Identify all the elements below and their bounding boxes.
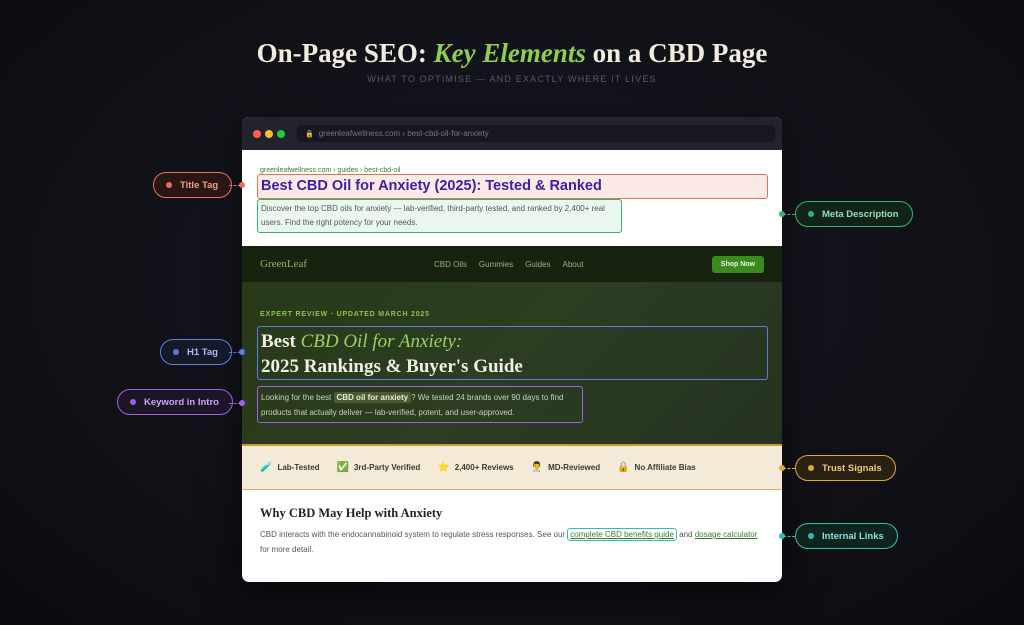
trust-label: 2,400+ Reviews	[454, 463, 514, 472]
site-page: GreenLeaf CBD Oils Gummies Guides About …	[242, 246, 782, 574]
star-icon: ⭐	[437, 462, 450, 473]
h1-tag-label: H1 Tag	[160, 339, 232, 365]
h1-tag-anchor	[239, 349, 245, 355]
trust-item: 👨‍⚕️ MD-Reviewed	[531, 462, 600, 473]
trust-bar: 🧪 Lab-Tested ✅ 3rd-Party Verified ⭐ 2,400+ …	[242, 446, 782, 490]
h1-heading: Best CBD Oil for Anxiety: 2025 Rankings …	[257, 326, 768, 380]
content-text-before: CBD interacts with the endocannabinoid s…	[260, 530, 568, 539]
keyword-intro-label: Keyword in Intro	[117, 389, 233, 415]
serp-description: Discover the top CBD oils for anxiety — …	[257, 199, 622, 233]
nav-link-guides[interactable]: Guides	[525, 260, 550, 269]
internal-links-text: Internal Links	[822, 530, 884, 542]
trust-label: Lab-Tested	[277, 463, 320, 472]
keyword-intro-anchor	[239, 400, 245, 406]
close-dot-icon	[253, 129, 261, 138]
h1-part1: Best	[261, 331, 301, 352]
internal-links-connector	[783, 536, 795, 537]
content-heading: Why CBD May Help with Anxiety	[260, 506, 443, 520]
trust-item: 🔒 No Affiliate Bias	[617, 462, 696, 473]
minimize-dot-icon	[265, 129, 273, 138]
serp-breadcrumb: greenleafwellness.com › guides › best-cb…	[260, 167, 401, 174]
internal-links-dot-icon	[808, 533, 814, 539]
meta-description-connector	[783, 214, 795, 215]
trust-signals-text: Trust Signals	[822, 462, 882, 474]
page-title: On-Page SEO: Key Elements on a CBD Page	[0, 38, 1024, 69]
content-text-after: for more detail.	[260, 545, 314, 554]
check-icon: ✅	[336, 462, 349, 473]
address-bar[interactable]: 🔒 greenleafwellness.com › best-cbd-oil-f…	[297, 125, 775, 142]
title-suffix: on a CBD Page	[585, 38, 768, 68]
title-tag-label: Title Tag	[153, 172, 233, 198]
shop-now-button[interactable]: Shop Now	[711, 255, 764, 273]
internal-links-label: Internal Links	[795, 523, 898, 549]
nav-link-about[interactable]: About	[563, 260, 584, 269]
content-text-mid: and	[676, 530, 695, 539]
url-text: greenleafwellness.com › best-cbd-oil-for…	[318, 129, 489, 138]
title-tag-anchor	[239, 182, 245, 188]
nav-link-cbd-oils[interactable]: CBD Oils	[434, 260, 467, 269]
trust-item: 🧪 Lab-Tested	[260, 462, 320, 473]
lock-icon: 🔒	[305, 130, 314, 138]
h1-tag-dot-icon	[173, 349, 179, 355]
content-section: Why CBD May Help with Anxiety CBD intera…	[242, 490, 782, 572]
meta-description-label: Meta Description	[795, 201, 913, 227]
trust-item: ✅ 3rd-Party Verified	[337, 462, 421, 473]
trust-label: No Affiliate Bias	[634, 463, 696, 472]
title-accent: Key Elements	[433, 38, 586, 68]
internal-link-benefits[interactable]: complete CBD benefits guide	[567, 528, 677, 541]
title-tag-text: Title Tag	[180, 179, 219, 191]
meta-description-dot-icon	[808, 211, 814, 217]
lock-icon: 🔒	[617, 462, 630, 473]
maximize-dot-icon	[277, 129, 285, 138]
trust-signals-connector	[783, 468, 795, 469]
trust-label: MD-Reviewed	[548, 463, 601, 472]
keyword-intro-text: Keyword in Intro	[144, 396, 219, 408]
hero-eyebrow: EXPERT REVIEW · UPDATED MARCH 2025	[260, 311, 430, 318]
keyword-intro-dot-icon	[130, 399, 136, 405]
trust-signals-label: Trust Signals	[795, 455, 896, 481]
nav-links: CBD Oils Gummies Guides About	[434, 260, 583, 269]
test-tube-icon: 🧪	[260, 462, 273, 473]
hero-section: EXPERT REVIEW · UPDATED MARCH 2025 Best …	[242, 282, 782, 446]
nav-link-gummies[interactable]: Gummies	[479, 260, 513, 269]
intro-before: Looking for the best	[261, 393, 334, 402]
internal-link-dosage[interactable]: dosage calculator	[695, 530, 758, 539]
h1-line2: 2025 Rankings & Buyer's Guide	[261, 356, 523, 377]
h1-tag-text: H1 Tag	[187, 346, 218, 358]
trust-signals-dot-icon	[808, 465, 814, 471]
browser-chrome: 🔒 greenleafwellness.com › best-cbd-oil-f…	[242, 117, 782, 150]
site-nav: GreenLeaf CBD Oils Gummies Guides About …	[242, 246, 782, 282]
intro-paragraph: Looking for the best CBD oil for anxiety…	[257, 386, 583, 423]
browser-mockup: 🔒 greenleafwellness.com › best-cbd-oil-f…	[242, 117, 782, 582]
page-subtitle: WHAT TO OPTIMISE — AND EXACTLY WHERE IT …	[367, 74, 657, 84]
title-prefix: On-Page SEO:	[256, 38, 434, 68]
trust-label: 3rd-Party Verified	[353, 463, 421, 472]
title-tag-dot-icon	[166, 182, 172, 188]
serp-title[interactable]: Best CBD Oil for Anxiety (2025): Tested …	[257, 174, 768, 199]
content-paragraph: CBD interacts with the endocannabinoid s…	[260, 527, 760, 557]
meta-description-text: Meta Description	[822, 208, 899, 220]
site-brand[interactable]: GreenLeaf	[260, 258, 307, 270]
intro-keyword: CBD oil for anxiety	[333, 392, 412, 403]
h1-highlight: CBD Oil for Anxiety:	[300, 331, 463, 352]
doctor-icon: 👨‍⚕️	[530, 462, 544, 473]
trust-item: ⭐ 2,400+ Reviews	[437, 462, 513, 473]
